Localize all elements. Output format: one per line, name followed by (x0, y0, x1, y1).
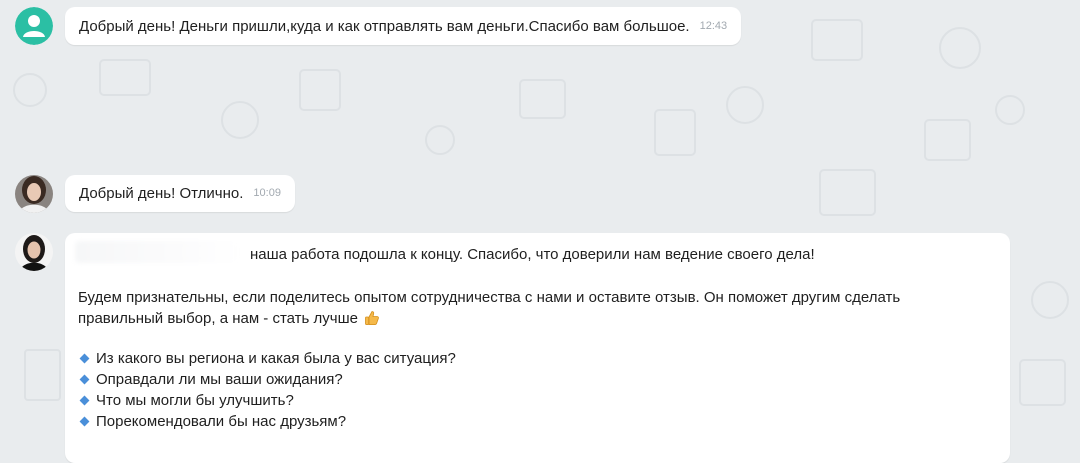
list-item: Из какого вы региона и какая была у вас … (78, 348, 456, 369)
agent-avatar[interactable] (15, 233, 53, 271)
message-text: Добрый день! Отлично. (79, 185, 244, 202)
question-list: Из какого вы региона и какая была у вас … (78, 348, 456, 432)
client-avatar[interactable] (15, 7, 53, 45)
bullet-diamond-icon (79, 416, 90, 427)
message-time: 12:43 (699, 19, 728, 32)
message-paragraph-text: Будем признательны, если поделитесь опыт… (78, 289, 901, 327)
thumbs-up-emoji (365, 311, 380, 325)
agent-avatar[interactable] (15, 175, 53, 213)
bullet-diamond-icon (79, 374, 90, 385)
redacted-name (75, 241, 240, 263)
list-item: Порекомендовали бы нас друзьям? (78, 411, 456, 432)
list-item: Оправдали ли мы ваши ожидания? (78, 369, 456, 390)
message-time: 10:09 (253, 187, 281, 199)
list-item: Что мы могли бы улучшить? (78, 390, 456, 411)
bullet-diamond-icon (79, 395, 90, 406)
bullet-diamond-icon (79, 353, 90, 364)
message-paragraph: наша работа подошла к концу. Спасибо, чт… (250, 246, 815, 263)
message-bubble-agent-review-request[interactable]: наша работа подошла к концу. Спасибо, чт… (65, 233, 1010, 463)
message-bubble-agent[interactable]: Добрый день! Отлично. 10:09 (65, 175, 295, 212)
message-text: Добрый день! Деньги пришли,куда и как от… (79, 17, 690, 35)
message-paragraph: Будем признательны, если поделитесь опыт… (78, 287, 978, 329)
agent-photo (15, 175, 53, 213)
agent-photo (15, 233, 53, 271)
message-bubble-client[interactable]: Добрый день! Деньги пришли,куда и как от… (65, 7, 742, 45)
person-icon (15, 7, 53, 45)
